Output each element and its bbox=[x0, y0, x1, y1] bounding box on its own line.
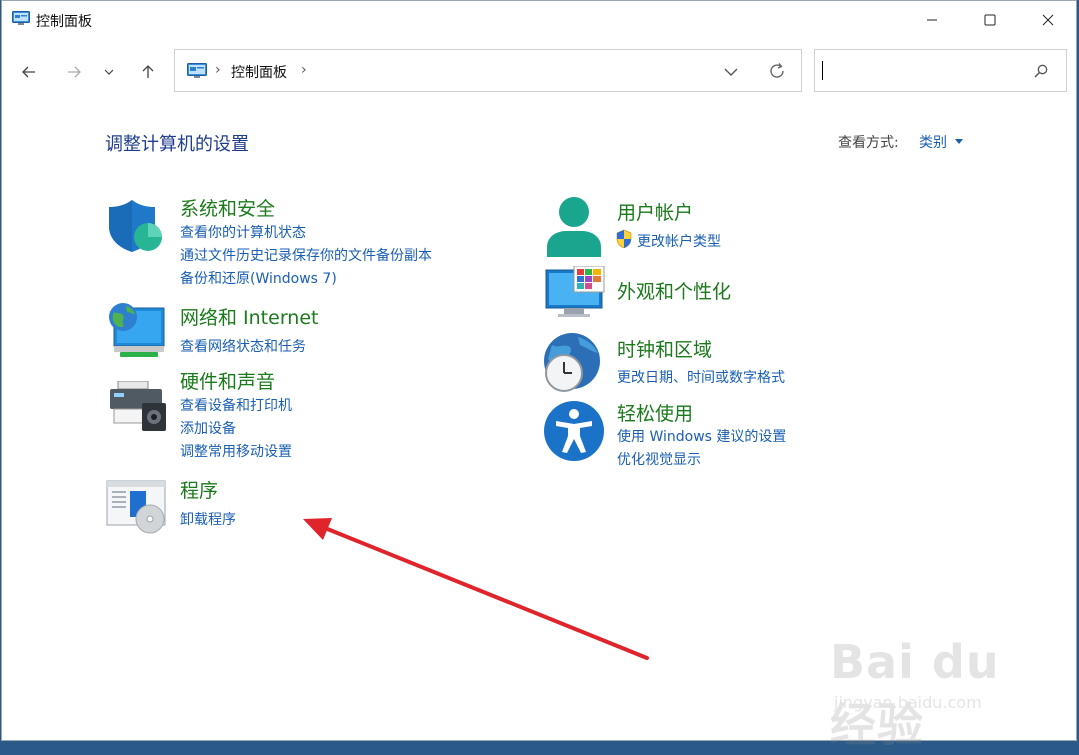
uac-shield-icon bbox=[616, 229, 632, 249]
back-button[interactable] bbox=[16, 59, 42, 85]
category-system-security[interactable]: 系统和安全 bbox=[180, 194, 275, 221]
chevron-down-icon[interactable] bbox=[721, 62, 741, 82]
watermark-url: jingyan.baidu.com bbox=[834, 693, 982, 712]
refresh-icon[interactable] bbox=[767, 61, 787, 81]
category-appearance[interactable]: 外观和个性化 bbox=[617, 277, 731, 304]
text-caret bbox=[822, 61, 823, 80]
search-input[interactable] bbox=[825, 58, 1029, 84]
arrow-right-icon bbox=[68, 66, 81, 78]
maximize-button[interactable] bbox=[960, 1, 1020, 39]
search-icon[interactable] bbox=[1033, 63, 1049, 79]
minimize-button[interactable] bbox=[902, 1, 962, 39]
category-hardware-sound[interactable]: 硬件和声音 bbox=[180, 367, 275, 394]
link-windows-suggested-settings[interactable]: 使用 Windows 建议的设置 bbox=[617, 426, 786, 446]
control-panel-icon bbox=[187, 63, 207, 78]
address-bar[interactable]: › 控制面板 › bbox=[174, 49, 802, 92]
close-button[interactable] bbox=[1018, 1, 1078, 39]
shield-icon[interactable] bbox=[106, 198, 166, 254]
page-title: 调整计算机的设置 bbox=[105, 134, 249, 155]
chevron-down-icon bbox=[104, 69, 114, 75]
accessibility-icon[interactable] bbox=[542, 400, 606, 462]
arrow-up-icon bbox=[142, 65, 154, 78]
recent-locations-button[interactable] bbox=[99, 59, 119, 85]
link-change-date-time-format[interactable]: 更改日期、时间或数字格式 bbox=[617, 367, 785, 387]
link-change-account-type[interactable]: 更改帐户类型 bbox=[637, 231, 721, 251]
maximize-icon bbox=[984, 14, 996, 26]
view-by-label: 查看方式: bbox=[838, 135, 899, 151]
close-icon bbox=[1042, 14, 1054, 26]
link-backup-restore[interactable]: 备份和还原(Windows 7) bbox=[180, 268, 337, 288]
control-panel-icon bbox=[12, 11, 30, 25]
link-optimize-visual-display[interactable]: 优化视觉显示 bbox=[617, 449, 701, 469]
view-by-dropdown[interactable]: 类别 bbox=[919, 132, 947, 152]
forward-button[interactable] bbox=[61, 59, 87, 85]
network-globe-icon[interactable] bbox=[106, 300, 166, 360]
category-clock-region[interactable]: 时钟和区域 bbox=[617, 335, 712, 362]
link-add-device[interactable]: 添加设备 bbox=[180, 418, 236, 438]
search-box[interactable] bbox=[814, 49, 1067, 92]
category-user-accounts[interactable]: 用户帐户 bbox=[617, 198, 693, 225]
minimize-icon bbox=[927, 19, 937, 21]
link-devices-printers[interactable]: 查看设备和打印机 bbox=[180, 395, 292, 415]
title-bar[interactable]: 控制面板 bbox=[2, 1, 1076, 39]
up-button[interactable] bbox=[135, 59, 161, 85]
link-mobility-settings[interactable]: 调整常用移动设置 bbox=[180, 441, 292, 461]
baidu-watermark: Bai du 经验 jingyan.baidu.com bbox=[830, 621, 1030, 752]
arrow-left-icon bbox=[22, 66, 35, 78]
breadcrumb-separator[interactable]: › bbox=[215, 62, 221, 78]
breadcrumb-separator[interactable]: › bbox=[301, 62, 307, 78]
link-view-computer-status[interactable]: 查看你的计算机状态 bbox=[180, 222, 306, 242]
link-file-history-backup[interactable]: 通过文件历史记录保存你的文件备份副本 bbox=[180, 245, 432, 265]
category-network-internet[interactable]: 网络和 Internet bbox=[180, 303, 318, 330]
caret-down-icon[interactable] bbox=[955, 139, 963, 144]
programs-icon[interactable] bbox=[106, 479, 168, 535]
clock-globe-icon[interactable] bbox=[542, 331, 606, 395]
user-account-icon[interactable] bbox=[544, 195, 604, 257]
link-network-status[interactable]: 查看网络状态和任务 bbox=[180, 336, 306, 356]
appearance-personalization-icon[interactable] bbox=[544, 266, 606, 322]
breadcrumb-control-panel[interactable]: 控制面板 bbox=[231, 62, 287, 82]
window-title: 控制面板 bbox=[36, 14, 92, 30]
link-uninstall-program[interactable]: 卸载程序 bbox=[180, 509, 236, 529]
printer-speaker-icon[interactable] bbox=[108, 381, 168, 431]
category-programs[interactable]: 程序 bbox=[180, 476, 218, 503]
category-ease-of-access[interactable]: 轻松使用 bbox=[617, 399, 693, 426]
control-panel-window: 控制面板 › 控制面板 › 调整计算机的设置 查看方式: 类别 系统和安全 查看… bbox=[1, 0, 1077, 752]
